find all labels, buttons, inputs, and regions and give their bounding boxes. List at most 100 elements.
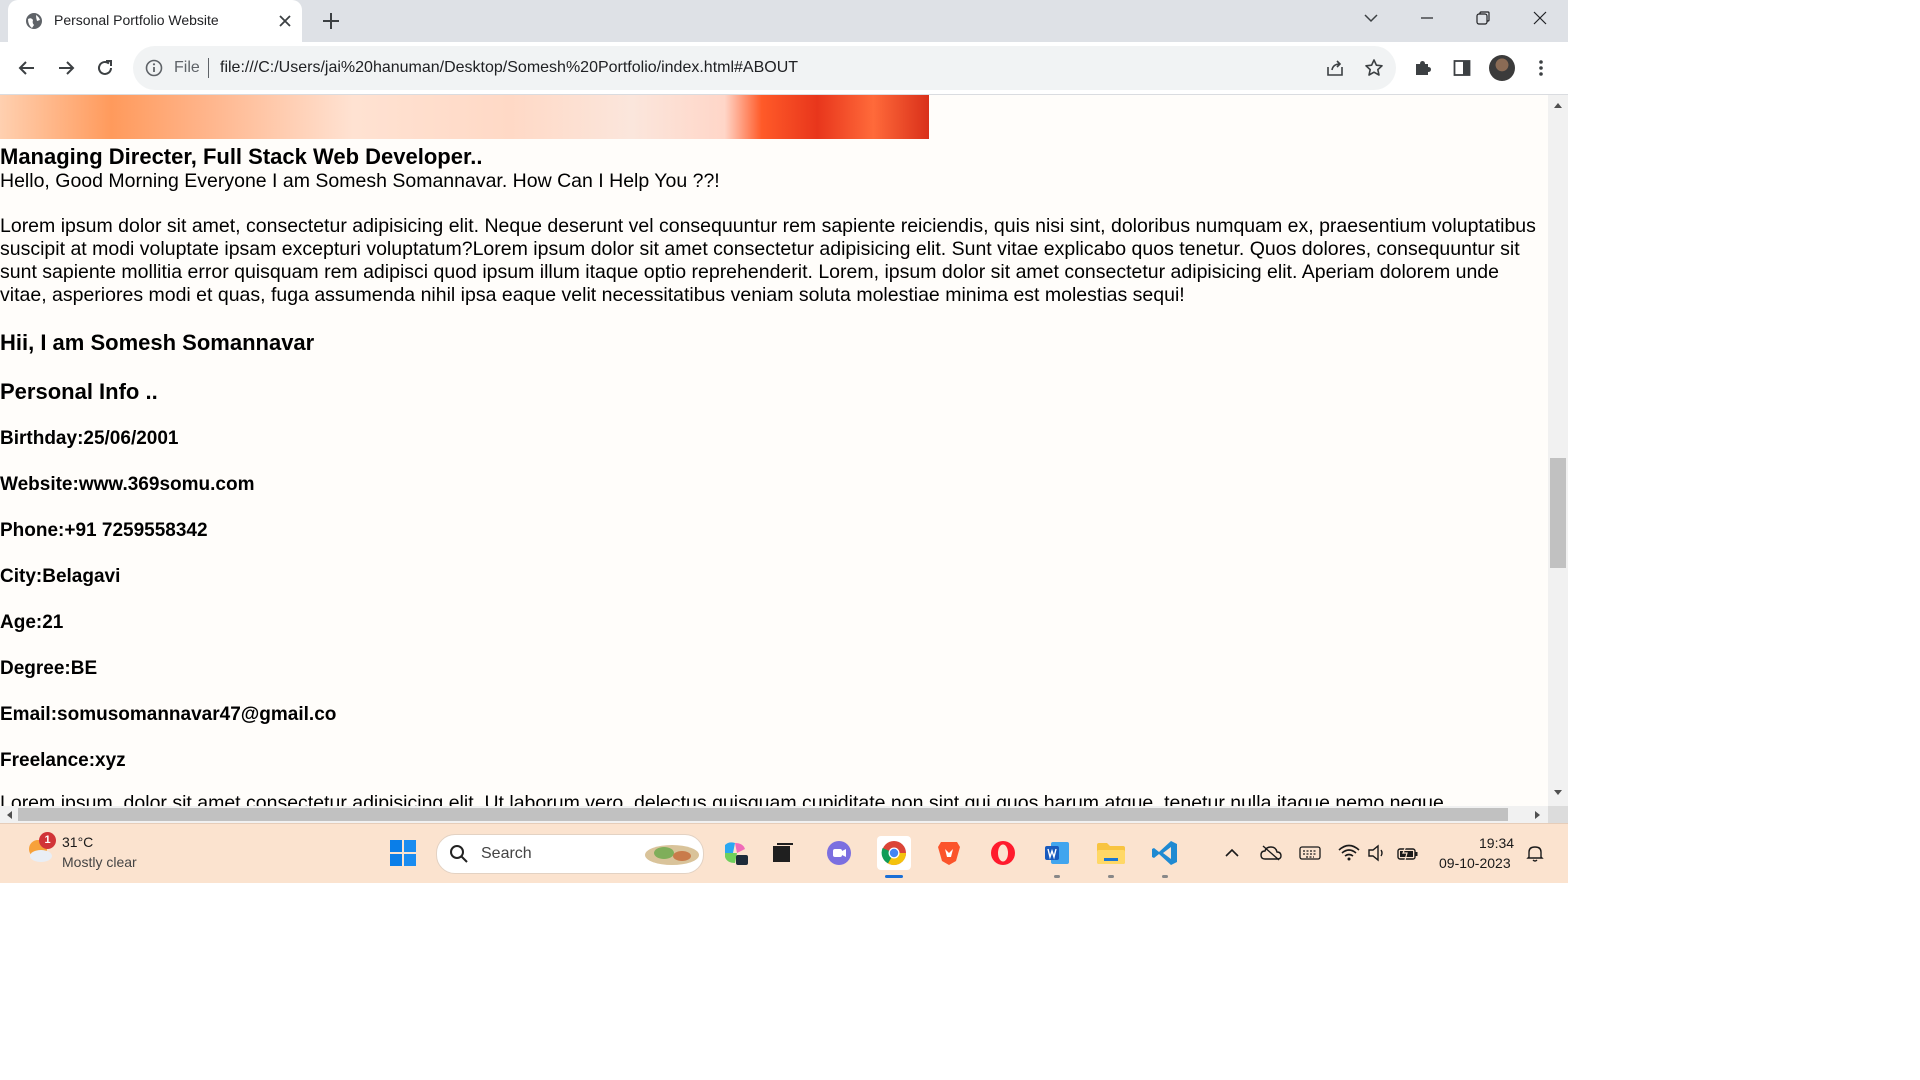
keyboard-tray[interactable] bbox=[1299, 843, 1321, 863]
show-hidden-icons-button[interactable] bbox=[1221, 843, 1243, 863]
chevron-up-icon bbox=[1225, 848, 1239, 857]
scroll-left-icon[interactable] bbox=[5, 810, 13, 820]
side-panel-icon bbox=[1453, 60, 1471, 76]
back-button[interactable] bbox=[15, 56, 39, 80]
personal-info-list: Birthday:25/06/2001 Website:www.369somu.… bbox=[0, 428, 1548, 772]
running-indicator bbox=[1054, 875, 1060, 878]
reload-button[interactable] bbox=[93, 56, 117, 80]
info-website: Website:www.369somu.com bbox=[0, 474, 255, 495]
second-paragraph-partial: Lorem ipsum, dolor sit amet consectetur … bbox=[0, 792, 1444, 806]
intro-heading: Hii, I am Somesh Somannavar bbox=[0, 330, 315, 355]
forward-button[interactable] bbox=[54, 56, 78, 80]
menu-button[interactable] bbox=[1529, 56, 1553, 80]
extensions-button[interactable] bbox=[1411, 56, 1435, 80]
url-text[interactable]: file:///C:/Users/jai%20hanuman/Desktop/S… bbox=[220, 59, 798, 77]
clock-date: 09-10-2023 bbox=[1439, 855, 1511, 871]
taskbar-app-word[interactable] bbox=[1040, 836, 1074, 870]
horizontal-scroll-thumb[interactable] bbox=[18, 808, 1508, 821]
scroll-up-icon[interactable] bbox=[1553, 101, 1563, 109]
taskbar-app-brave[interactable] bbox=[932, 836, 966, 870]
new-tab-icon[interactable] bbox=[320, 10, 342, 32]
taskbar-app-chrome[interactable] bbox=[877, 836, 911, 870]
running-indicator bbox=[1108, 875, 1114, 878]
hero-image bbox=[0, 95, 929, 139]
browser-toolbar: File file:///C:/Users/jai%20hanuman/Desk… bbox=[0, 42, 1568, 95]
tab-strip: Personal Portfolio Website bbox=[0, 0, 1568, 42]
reload-icon bbox=[98, 60, 112, 75]
personal-info-heading: Personal Info .. bbox=[0, 379, 158, 404]
globe-icon bbox=[26, 13, 42, 29]
brave-lion-icon bbox=[938, 842, 960, 865]
side-panel-button[interactable] bbox=[1450, 56, 1474, 80]
info-email: Email:somusomannavar47@gmail.co bbox=[0, 704, 337, 725]
teams-chat-icon bbox=[827, 841, 851, 865]
opera-icon bbox=[991, 841, 1015, 865]
cloud-offline-icon bbox=[1260, 845, 1282, 861]
address-bar[interactable]: File file:///C:/Users/jai%20hanuman/Desk… bbox=[133, 46, 1396, 90]
chevron-down-icon bbox=[1364, 14, 1378, 23]
search-label: Search bbox=[481, 845, 532, 862]
share-button[interactable] bbox=[1323, 56, 1347, 80]
weather-temperature: 31°C bbox=[62, 834, 94, 850]
info-age: Age:21 bbox=[0, 612, 64, 633]
taskbar-search[interactable]: Search bbox=[436, 834, 704, 874]
tab-search-button[interactable] bbox=[1343, 0, 1399, 36]
copilot-icon bbox=[725, 842, 748, 865]
start-button[interactable] bbox=[386, 836, 420, 870]
about-paragraph: Lorem ipsum dolor sit amet, consectetur … bbox=[0, 215, 1536, 306]
folder-icon bbox=[1097, 843, 1125, 864]
about-section: Managing Directer, Full Stack Web Develo… bbox=[0, 144, 1548, 772]
word-icon bbox=[1045, 842, 1069, 864]
scroll-down-icon[interactable] bbox=[1553, 789, 1563, 797]
network-tray[interactable] bbox=[1338, 843, 1360, 863]
taskbar-app-taskview[interactable] bbox=[766, 836, 800, 870]
battery-charging-icon bbox=[1397, 845, 1418, 861]
restore-button[interactable] bbox=[1455, 0, 1511, 36]
onedrive-tray[interactable] bbox=[1260, 843, 1282, 863]
bookmark-button[interactable] bbox=[1362, 56, 1386, 80]
scheme-label: File bbox=[174, 59, 200, 76]
bell-icon bbox=[1526, 846, 1544, 862]
speaker-icon bbox=[1368, 844, 1383, 862]
keyboard-icon bbox=[1299, 846, 1321, 860]
info-freelance: Freelance:xyz bbox=[0, 750, 126, 771]
taskbar-app-file-explorer[interactable] bbox=[1094, 836, 1128, 870]
chrome-icon bbox=[881, 841, 906, 866]
notification-badge: 1 bbox=[39, 832, 56, 849]
greeting-text: Hello, Good Morning Everyone I am Somesh… bbox=[0, 170, 720, 192]
info-icon[interactable] bbox=[145, 59, 163, 77]
notifications-button[interactable] bbox=[1524, 843, 1546, 863]
search-highlight-art bbox=[645, 845, 699, 865]
battery-tray[interactable] bbox=[1397, 843, 1419, 863]
close-icon[interactable] bbox=[276, 12, 294, 30]
clock-time: 19:34 bbox=[1479, 835, 1515, 851]
share-icon bbox=[1327, 60, 1343, 76]
back-arrow-icon bbox=[18, 61, 34, 75]
wifi-icon bbox=[1338, 844, 1360, 861]
forward-arrow-icon bbox=[59, 61, 75, 75]
profile-avatar[interactable] bbox=[1489, 55, 1515, 81]
close-window-button[interactable] bbox=[1512, 0, 1568, 36]
scroll-right-icon[interactable] bbox=[1534, 810, 1542, 820]
active-indicator bbox=[885, 875, 903, 878]
taskbar-app-opera[interactable] bbox=[986, 836, 1020, 870]
scrollbar-corner bbox=[1548, 806, 1568, 823]
vertical-scrollbar[interactable] bbox=[1548, 95, 1568, 806]
windows-logo-icon bbox=[390, 840, 416, 866]
taskbar-app-vscode[interactable] bbox=[1148, 836, 1182, 870]
kebab-menu-icon bbox=[1539, 60, 1543, 76]
info-city: City:Belagavi bbox=[0, 566, 121, 587]
vertical-scroll-thumb[interactable] bbox=[1550, 458, 1566, 568]
running-indicator bbox=[1162, 875, 1168, 878]
vscode-icon bbox=[1152, 841, 1177, 865]
taskbar: 1 31°C Mostly clear Search 19:34 09-10-2… bbox=[0, 823, 1568, 883]
taskbar-app-copilot[interactable] bbox=[718, 836, 752, 870]
page-viewport: Managing Directer, Full Stack Web Develo… bbox=[0, 95, 1548, 806]
taskbar-app-teams[interactable] bbox=[822, 836, 856, 870]
minimize-button[interactable] bbox=[1399, 0, 1455, 36]
close-icon bbox=[1533, 11, 1547, 25]
info-phone: Phone:+91 7259558342 bbox=[0, 520, 208, 541]
volume-tray[interactable] bbox=[1366, 843, 1388, 863]
browser-tab[interactable]: Personal Portfolio Website bbox=[8, 0, 302, 42]
minimize-icon bbox=[1421, 17, 1433, 19]
